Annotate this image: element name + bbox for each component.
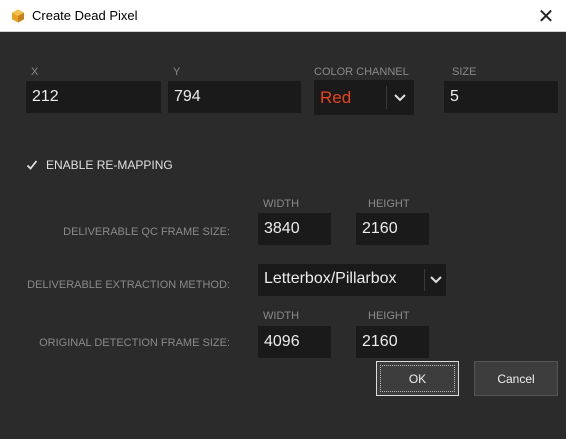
qc-height-input[interactable]: 2160 <box>356 213 429 245</box>
chevron-down-icon <box>394 94 406 102</box>
cancel-button[interactable]: Cancel <box>474 361 558 396</box>
qc-width-label: WIDTH <box>263 198 300 210</box>
chevron-down-icon <box>430 276 442 284</box>
detection-height-label: HEIGHT <box>368 310 410 322</box>
app-icon <box>12 9 24 23</box>
extraction-method-label: DELIVERABLE EXTRACTION METHOD: <box>27 279 230 291</box>
y-label: Y <box>173 66 181 78</box>
window-title: Create Dead Pixel <box>32 8 138 23</box>
x-label: X <box>31 66 39 78</box>
y-input[interactable]: 794 <box>168 81 301 113</box>
close-button[interactable]: ✕ <box>526 0 566 32</box>
qc-height-label: HEIGHT <box>368 198 410 210</box>
size-input[interactable]: 5 <box>444 81 558 113</box>
qc-frame-size-label: DELIVERABLE QC FRAME SIZE: <box>63 226 230 238</box>
extraction-method-select[interactable]: Letterbox/Pillarbox <box>258 264 446 296</box>
color-channel-value: Red <box>320 88 352 107</box>
x-input[interactable]: 212 <box>26 81 161 113</box>
enable-remapping-checkbox[interactable]: ENABLE RE-MAPPING <box>26 156 173 174</box>
select-divider <box>386 86 387 109</box>
qc-width-input[interactable]: 3840 <box>258 213 331 245</box>
detection-height-input[interactable]: 2160 <box>356 326 429 358</box>
ok-button[interactable]: OK <box>376 361 459 396</box>
color-channel-select[interactable]: Red <box>314 80 414 115</box>
size-label: SIZE <box>452 66 477 78</box>
detection-frame-size-label: ORIGINAL DETECTION FRAME SIZE: <box>39 337 230 349</box>
focus-ring <box>380 365 455 392</box>
color-channel-label: COLOR CHANNEL <box>314 66 409 78</box>
select-divider <box>424 269 425 291</box>
extraction-method-value: Letterbox/Pillarbox <box>264 270 397 287</box>
detection-width-input[interactable]: 4096 <box>258 326 331 358</box>
check-icon <box>26 160 38 170</box>
cancel-label: Cancel <box>497 371 535 386</box>
close-icon: ✕ <box>537 5 555 28</box>
create-dead-pixel-dialog: Create Dead Pixel ✕ X Y COLOR CHANNEL SI… <box>0 0 566 439</box>
title-bar: Create Dead Pixel ✕ <box>0 0 566 32</box>
enable-remapping-label: ENABLE RE-MAPPING <box>46 158 173 172</box>
detection-width-label: WIDTH <box>263 310 300 322</box>
